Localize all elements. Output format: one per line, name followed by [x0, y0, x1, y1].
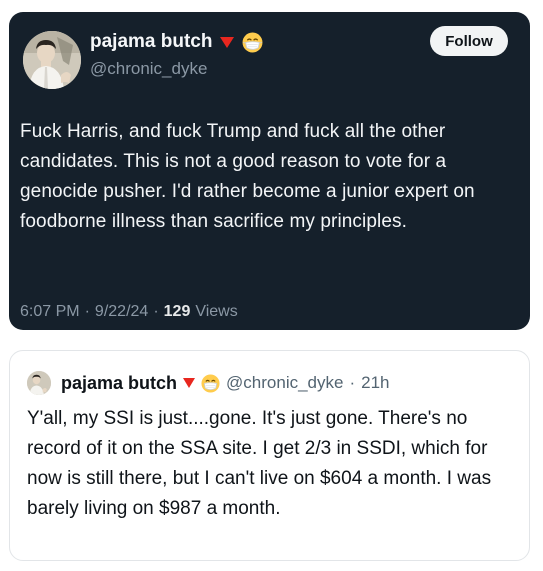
quoted-time-ago[interactable]: 21h [361, 373, 389, 393]
avatar[interactable] [27, 371, 51, 395]
quoted-author-name[interactable]: pajama butch [61, 373, 177, 394]
tweet-text-content: Fuck Harris, and fuck Trump and fuck all… [20, 121, 475, 232]
quoted-tweet-card[interactable]: pajama butch @chronic_dyke · 21h Y'all, … [9, 350, 530, 561]
author-handle[interactable]: @chronic_dyke [90, 59, 207, 79]
quoted-author-row: pajama butch @chronic_dyke · 21h [27, 371, 390, 395]
views-label: Views [195, 303, 238, 320]
meta-separator: · [153, 303, 159, 320]
author-name[interactable]: pajama butch [90, 31, 212, 53]
quoted-tweet-text: Y'all, my SSI is just....gone. It's just… [27, 408, 492, 519]
tweet-meta: 6:07 PM · 9/22/24 · 129 Views [20, 303, 238, 321]
quoted-author-handle[interactable]: @chronic_dyke [226, 373, 343, 393]
author-row: pajama butch [90, 29, 263, 55]
views-count[interactable]: 129 [164, 303, 191, 321]
tweet-text: Fuck Harris, and fuck Trump and fuck all… [20, 117, 520, 237]
follow-button[interactable]: Follow [430, 26, 508, 56]
main-tweet-card: pajama butch @chronic_dyke Follow Fuck H… [9, 12, 530, 330]
red-triangle-icon [220, 36, 235, 48]
red-triangle-icon [183, 378, 196, 388]
meta-separator: · [349, 373, 356, 392]
screenshot-page: pajama butch @chronic_dyke Follow Fuck H… [0, 0, 543, 571]
meta-separator: · [84, 303, 90, 320]
face-with-medical-mask-icon [201, 373, 220, 393]
avatar[interactable] [23, 31, 81, 89]
face-with-medical-mask-icon [242, 32, 263, 53]
tweet-date[interactable]: 9/22/24 [95, 303, 148, 321]
tweet-time[interactable]: 6:07 PM [20, 303, 80, 321]
